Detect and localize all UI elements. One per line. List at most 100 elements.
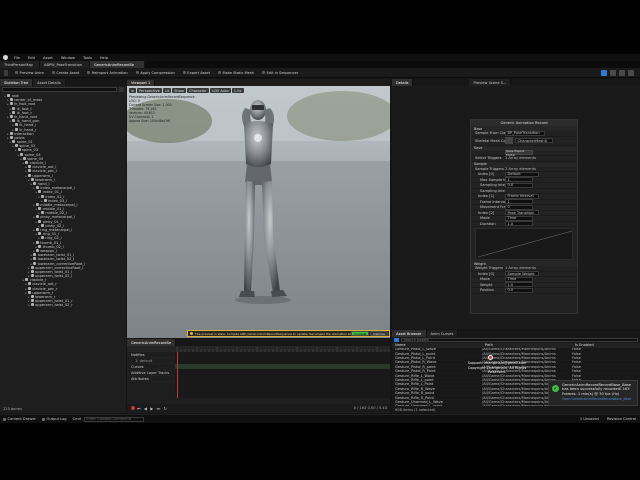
transport-controls-icon[interactable]: ⏮ ◀ ▶ ⏭ ↻ bbox=[137, 406, 168, 411]
index1-dropdown[interactable]: Frame Interval bbox=[505, 193, 539, 199]
unsaved-indicator[interactable]: 1 Unsaved bbox=[576, 417, 603, 421]
expand-arrow-icon[interactable]: ▸ bbox=[31, 182, 33, 186]
sample-from-class-field[interactable]: BP_PoseTransition bbox=[505, 130, 545, 136]
tab-viewport1[interactable]: Viewport 1 bbox=[127, 79, 156, 86]
tab-abpw-pose-transition[interactable]: ABPW_PoseTransition bbox=[40, 61, 90, 68]
tab-preview-scene[interactable]: Preview Scene S... bbox=[469, 79, 512, 86]
skeleton-search-input[interactable] bbox=[2, 87, 117, 92]
toolbar-apply-compression-button[interactable]: Apply Compression bbox=[132, 71, 179, 75]
toolbar-preview-anim-button[interactable]: Preview Anim bbox=[11, 71, 48, 75]
w-weight-field[interactable]: 1.0 bbox=[505, 282, 533, 288]
tab-skeleton-tree[interactable]: Skeleton Tree bbox=[0, 79, 34, 86]
expand-arrow-icon[interactable]: ▸ bbox=[23, 161, 25, 165]
asset-search-input[interactable]: Search Assets bbox=[401, 337, 638, 343]
expand-arrow-icon[interactable]: ▸ bbox=[7, 136, 9, 140]
expand-arrow-icon[interactable]: ▸ bbox=[15, 148, 17, 152]
menu-item-asset[interactable]: Asset bbox=[39, 56, 57, 60]
index0-dropdown[interactable]: Default bbox=[505, 171, 539, 177]
bone-item[interactable]: ▸ upperarm_twist_02_r bbox=[0, 303, 126, 307]
expand-arrow-icon[interactable]: ▸ bbox=[23, 278, 25, 282]
expand-arrow-icon[interactable]: ▸ bbox=[33, 203, 35, 207]
menu-item-window[interactable]: Window bbox=[57, 56, 79, 60]
expand-arrow-icon[interactable]: ▸ bbox=[31, 262, 33, 266]
menu-item-tools[interactable]: Tools bbox=[79, 56, 96, 60]
tab-third-person-map[interactable]: ThirdPersonMap bbox=[0, 61, 40, 68]
expand-arrow-icon[interactable]: ▸ bbox=[25, 291, 27, 295]
expand-arrow-icon[interactable]: ▸ bbox=[25, 174, 27, 178]
expand-arrow-icon[interactable]: ▸ bbox=[36, 232, 38, 236]
expand-arrow-icon[interactable]: ▸ bbox=[12, 123, 14, 127]
menu-icon[interactable]: ≡ bbox=[129, 88, 137, 93]
filter-icon[interactable] bbox=[394, 338, 399, 342]
mesh-mode-icon[interactable] bbox=[610, 69, 616, 76]
tab-generic-anim-record[interactable]: GenericAnimRecordSe bbox=[90, 61, 145, 68]
record-icon[interactable] bbox=[131, 406, 135, 410]
menu-item-edit[interactable]: Edit bbox=[24, 56, 39, 60]
expand-arrow-icon[interactable]: ▸ bbox=[38, 195, 40, 199]
toolbar-create-asset-button[interactable]: Create Asset bbox=[48, 71, 83, 75]
expand-arrow-icon[interactable]: ▸ bbox=[10, 107, 12, 111]
settings-icon[interactable] bbox=[119, 87, 124, 92]
expand-arrow-icon[interactable]: ▸ bbox=[10, 140, 12, 144]
skeletal-mesh-field[interactable]: CharacterMesh0 bbox=[515, 138, 553, 143]
w-index0-dropdown[interactable]: Sample Weight bbox=[505, 271, 539, 277]
expand-arrow-icon[interactable]: ▸ bbox=[36, 190, 38, 194]
curve-preview[interactable] bbox=[475, 228, 573, 260]
toolbar-export-asset-button[interactable]: Export Asset bbox=[179, 71, 214, 75]
revision-control-button[interactable]: Revision Control bbox=[603, 417, 640, 421]
expand-arrow-icon[interactable]: ▸ bbox=[36, 207, 38, 211]
track-attributes[interactable]: Attributes bbox=[127, 376, 175, 382]
tab-timeline[interactable]: GenericAnimRecordSe bbox=[127, 339, 177, 346]
expand-arrow-icon[interactable]: ▸ bbox=[18, 153, 20, 157]
expand-arrow-icon[interactable]: ▸ bbox=[5, 94, 7, 98]
expand-arrow-icon[interactable]: ▸ bbox=[31, 257, 33, 261]
character-button[interactable]: Character bbox=[186, 88, 209, 93]
expand-arrow-icon[interactable]: ▸ bbox=[33, 228, 35, 232]
expand-arrow-icon[interactable]: ▸ bbox=[20, 157, 22, 161]
expand-arrow-icon[interactable]: ▸ bbox=[36, 220, 38, 224]
mode-dropdown[interactable]: Time bbox=[505, 215, 533, 221]
expand-arrow-icon[interactable]: ▸ bbox=[28, 178, 30, 182]
expand-arrow-icon[interactable]: ▸ bbox=[7, 115, 9, 119]
frame-interval-field[interactable]: 1 bbox=[505, 199, 533, 205]
expand-arrow-icon[interactable]: ▸ bbox=[33, 186, 35, 190]
duration-field[interactable]: 1.0 bbox=[505, 221, 533, 227]
compile-button[interactable]: Compile bbox=[351, 331, 370, 336]
lod-button[interactable]: LOD Auto bbox=[209, 88, 231, 93]
expand-arrow-icon[interactable]: ▸ bbox=[12, 144, 14, 148]
lit-button[interactable]: Lit bbox=[162, 88, 172, 93]
expand-arrow-icon[interactable]: ▸ bbox=[7, 102, 9, 106]
menu-item-file[interactable]: File bbox=[10, 56, 24, 60]
animation-mode-icon[interactable] bbox=[619, 69, 625, 76]
toolbar-reimport-animation-button[interactable]: Reimport Animation bbox=[83, 71, 131, 75]
perspective-button[interactable]: Perspective bbox=[137, 88, 162, 93]
expand-arrow-icon[interactable]: ▸ bbox=[28, 303, 30, 307]
tab-asset-browser[interactable]: Asset Browser bbox=[392, 330, 427, 337]
dismiss-button[interactable]: Dismiss bbox=[370, 331, 388, 336]
track-area[interactable] bbox=[175, 352, 390, 398]
tab-details[interactable]: Details bbox=[392, 79, 414, 86]
w-mode-dropdown[interactable]: Time bbox=[505, 276, 533, 282]
blueprint-mode-icon[interactable] bbox=[628, 69, 634, 76]
index2-dropdown[interactable]: Pose Transition bbox=[505, 210, 539, 216]
speed-button[interactable]: 1.0x bbox=[231, 88, 244, 93]
expand-arrow-icon[interactable]: ▸ bbox=[25, 169, 27, 173]
console-input[interactable]: Enter Console Command bbox=[83, 416, 144, 422]
expand-arrow-icon[interactable]: ▸ bbox=[25, 282, 27, 286]
movement-frame-field[interactable]: 0 bbox=[505, 204, 533, 210]
tab-asset-details[interactable]: Asset Details bbox=[33, 79, 66, 86]
expand-arrow-icon[interactable]: ▸ bbox=[10, 119, 12, 123]
content-drawer-button[interactable]: Content Drawer bbox=[0, 417, 39, 421]
playhead[interactable] bbox=[177, 352, 178, 398]
toolbar-make-static-mesh-button[interactable]: Make Static Mesh bbox=[214, 71, 258, 75]
expand-arrow-icon[interactable]: ▸ bbox=[33, 215, 35, 219]
output-log-button[interactable]: Output Log bbox=[39, 417, 70, 421]
tab-anim-curves[interactable]: Anim Curves bbox=[426, 330, 459, 337]
w-position-field[interactable]: 0.0 bbox=[505, 287, 533, 293]
expand-arrow-icon[interactable]: ▸ bbox=[33, 241, 35, 245]
viewport-panel[interactable]: Viewport 1 ≡ Perspective Lit Show Charac… bbox=[127, 79, 390, 338]
cmd-button[interactable]: Cmd bbox=[70, 417, 84, 421]
toast-link[interactable]: Open GenericAnimRecordRecordBase_Base bbox=[562, 397, 635, 401]
max-sample-field[interactable]: 1 bbox=[505, 177, 533, 183]
sampling-interval-field[interactable]: 0.0 bbox=[505, 182, 533, 188]
